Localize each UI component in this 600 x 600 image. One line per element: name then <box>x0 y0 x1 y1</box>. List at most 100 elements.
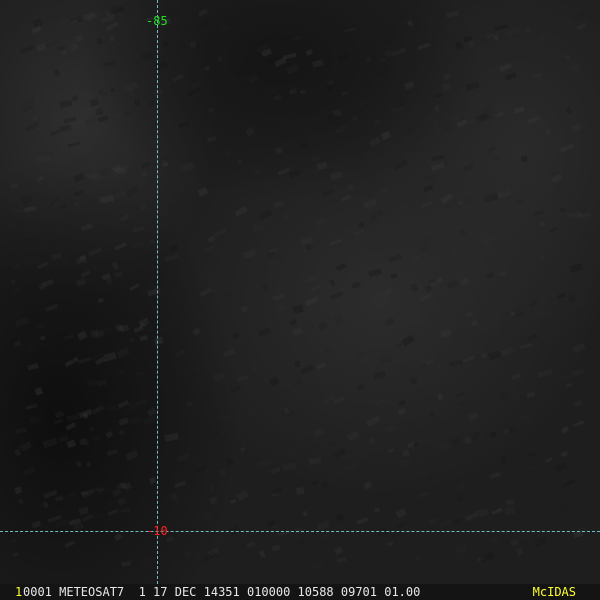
cloud-streak <box>436 363 442 370</box>
cloud-streak <box>273 94 282 101</box>
cloud-streak <box>222 348 236 358</box>
cloud-streak <box>522 293 529 300</box>
cloud-streak <box>248 294 256 302</box>
cloud-streak <box>316 196 324 203</box>
cloud-streak <box>336 556 348 563</box>
cloud-streak <box>96 37 104 45</box>
cloud-streak <box>187 87 201 97</box>
cloud-streak <box>207 236 216 243</box>
cloud-streak <box>302 510 309 517</box>
cloud-streak <box>567 294 576 303</box>
cloud-streak <box>365 56 373 63</box>
cloud-streak <box>117 399 130 409</box>
cloud-streak <box>39 208 55 220</box>
cloud-streak <box>97 115 109 123</box>
cloud-streak <box>199 287 213 298</box>
cloud-streak <box>294 128 306 137</box>
cloud-streak <box>417 42 431 50</box>
cloud-streak <box>231 331 241 340</box>
cloud-streak <box>526 391 536 398</box>
cloud-streak <box>406 441 415 449</box>
cloud-streak <box>121 560 132 568</box>
cloud-streak <box>191 82 201 89</box>
cloud-streak <box>118 368 125 376</box>
cloud-streak <box>212 372 226 382</box>
cloud-streak <box>526 464 539 472</box>
cloud-streak <box>559 207 566 213</box>
cloud-streak <box>412 255 421 263</box>
cloud-streak <box>273 200 285 208</box>
latitude-grid-line <box>0 531 600 532</box>
cloud-streak <box>180 161 195 173</box>
cloud-streak <box>329 238 343 247</box>
cloud-streak <box>391 47 407 57</box>
satellite-imagery: -85 -10 <box>0 0 600 584</box>
cloud-streak <box>133 325 144 333</box>
cloud-streak <box>67 491 77 499</box>
cloud-streak <box>92 434 101 442</box>
cloud-streak <box>352 5 366 16</box>
cloud-streak <box>253 169 263 176</box>
cloud-streak <box>111 488 122 498</box>
cloud-streak <box>533 210 544 216</box>
cloud-streak <box>174 480 187 488</box>
cloud-streak <box>384 49 393 58</box>
cloud-streak <box>380 130 392 141</box>
cloud-streak <box>113 533 123 542</box>
cloud-streak <box>327 441 336 447</box>
cloud-streak <box>252 222 265 233</box>
cloud-streak <box>113 242 127 251</box>
cloud-streak <box>32 17 43 28</box>
cloud-streak <box>186 270 193 278</box>
cloud-streak <box>88 276 99 284</box>
cloud-streak <box>17 498 24 505</box>
cloud-streak <box>270 466 281 475</box>
cloud-streak <box>25 344 35 354</box>
cloud-streak <box>62 281 74 291</box>
cloud-streak <box>73 201 80 207</box>
cloud-streak <box>10 183 19 189</box>
cloud-streak <box>519 343 533 350</box>
cloud-streak <box>508 425 518 434</box>
cloud-streak <box>83 40 91 49</box>
cloud-streak <box>274 147 284 155</box>
cloud-streak <box>12 288 21 293</box>
cloud-streak <box>97 379 108 387</box>
cloud-streak <box>368 268 383 278</box>
cloud-streak <box>386 486 399 496</box>
cloud-streak <box>545 457 553 463</box>
cloud-streak <box>335 262 347 272</box>
cloud-streak <box>571 367 585 377</box>
cloud-streak <box>153 336 164 346</box>
cloud-streak <box>476 228 490 238</box>
cloud-streak <box>390 106 405 113</box>
cloud-streak <box>272 293 284 301</box>
cloud-streak <box>102 60 116 68</box>
cloud-streak <box>484 193 499 203</box>
cloud-streak <box>132 226 145 233</box>
cloud-streak <box>34 386 44 396</box>
cloud-streak <box>123 110 133 117</box>
cloud-streak <box>220 414 233 421</box>
cloud-streak <box>56 16 71 28</box>
cloud-streak <box>570 123 582 133</box>
cloud-streak <box>538 35 547 44</box>
cloud-streak <box>500 346 514 358</box>
cloud-streak <box>53 418 64 425</box>
cloud-streak <box>423 184 434 193</box>
cloud-streak <box>340 360 354 370</box>
cloud-streak <box>434 104 440 112</box>
cloud-streak <box>458 200 464 205</box>
cloud-streak <box>43 32 55 41</box>
cloud-streak <box>176 453 191 463</box>
cloud-streak <box>465 311 474 318</box>
cloud-streak <box>271 135 282 144</box>
cloud-streak <box>277 252 285 259</box>
cloud-streak <box>472 275 483 283</box>
cloud-streak <box>11 538 17 544</box>
cloud-streak <box>397 407 407 416</box>
cloud-streak <box>128 414 143 426</box>
cloud-streak <box>496 188 512 200</box>
cloud-streak <box>206 135 217 143</box>
cloud-streak <box>420 237 429 246</box>
